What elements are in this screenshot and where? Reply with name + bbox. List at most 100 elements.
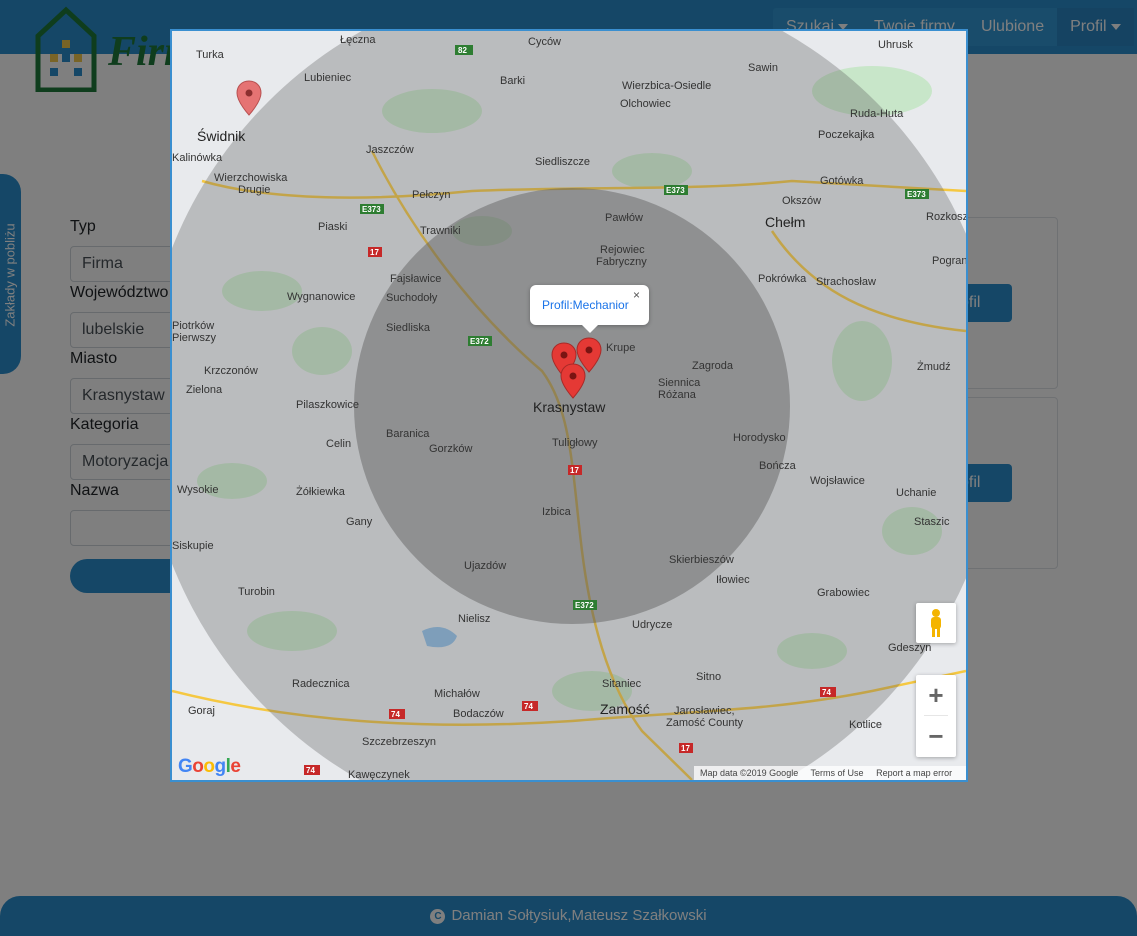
svg-text:Olchowiec: Olchowiec <box>620 98 671 110</box>
info-window-link[interactable]: Profil:Mechanior <box>542 298 629 312</box>
svg-text:Gorzków: Gorzków <box>429 443 472 455</box>
svg-text:Piotrków: Piotrków <box>172 320 214 332</box>
svg-text:74: 74 <box>524 702 533 711</box>
svg-text:Baranica: Baranica <box>386 428 430 440</box>
svg-text:Grabowiec: Grabowiec <box>817 587 870 599</box>
svg-text:17: 17 <box>681 744 690 753</box>
svg-text:Pawłów: Pawłów <box>605 212 643 224</box>
svg-text:Fabryczny: Fabryczny <box>596 256 647 268</box>
pegman-icon <box>931 609 941 637</box>
svg-text:Pełczyn: Pełczyn <box>412 189 451 201</box>
svg-text:74: 74 <box>391 710 400 719</box>
map-data-credit: Map data ©2019 Google <box>700 768 799 778</box>
svg-text:E372: E372 <box>470 337 489 346</box>
close-icon[interactable]: × <box>633 288 640 302</box>
svg-text:Siedliska: Siedliska <box>386 322 431 334</box>
svg-text:Bodaczów: Bodaczów <box>453 708 504 720</box>
svg-text:Piaski: Piaski <box>318 221 347 233</box>
svg-text:Ruda-Huta: Ruda-Huta <box>850 108 904 120</box>
svg-text:Suchodoły: Suchodoły <box>386 292 438 304</box>
svg-text:Turka: Turka <box>196 49 225 61</box>
svg-text:Krupe: Krupe <box>606 342 635 354</box>
svg-text:Siedliszcze: Siedliszcze <box>535 156 590 168</box>
svg-text:Strachosław: Strachosław <box>816 276 876 288</box>
svg-text:Chełm: Chełm <box>765 214 805 230</box>
svg-text:Rejowiec: Rejowiec <box>600 244 645 256</box>
svg-text:Wygnanowice: Wygnanowice <box>287 291 355 303</box>
svg-text:Lubieniec: Lubieniec <box>304 72 352 84</box>
svg-text:Poczekajka: Poczekajka <box>818 129 875 141</box>
svg-text:Pokrówka: Pokrówka <box>758 273 807 285</box>
svg-text:Siskupie: Siskupie <box>172 540 214 552</box>
svg-text:Różana: Różana <box>658 389 697 401</box>
svg-text:Kawęczynek: Kawęczynek <box>348 769 410 780</box>
zoom-out-button[interactable]: − <box>916 716 956 756</box>
svg-text:Wojsławice: Wojsławice <box>810 475 865 487</box>
svg-text:17: 17 <box>370 248 379 257</box>
svg-text:E373: E373 <box>666 186 685 195</box>
svg-text:Uchanie: Uchanie <box>896 487 936 499</box>
report-error-link[interactable]: Report a map error <box>876 768 952 778</box>
svg-text:Sitno: Sitno <box>696 671 721 683</box>
svg-text:17: 17 <box>570 466 579 475</box>
svg-text:Izbica: Izbica <box>542 506 572 518</box>
svg-text:Drugie: Drugie <box>238 184 270 196</box>
svg-text:Wierzbica-Osiedle: Wierzbica-Osiedle <box>622 80 711 92</box>
svg-text:Gotówka: Gotówka <box>820 175 864 187</box>
svg-text:Horodysko: Horodysko <box>733 432 786 444</box>
map-attribution: Map data ©2019 Google Terms of Use Repor… <box>694 766 966 780</box>
svg-text:Świdnik: Świdnik <box>197 127 246 144</box>
svg-text:Pilaszkowice: Pilaszkowice <box>296 399 359 411</box>
svg-text:E373: E373 <box>362 205 381 214</box>
svg-text:82: 82 <box>458 46 467 55</box>
svg-text:Ujazdów: Ujazdów <box>464 560 506 572</box>
street-view-pegman[interactable] <box>916 603 956 643</box>
svg-text:Cyców: Cyców <box>528 36 561 48</box>
svg-text:Celin: Celin <box>326 438 351 450</box>
svg-text:Iłowiec: Iłowiec <box>716 574 750 586</box>
svg-text:Bończa: Bończa <box>759 460 797 472</box>
svg-text:Zielona: Zielona <box>186 384 223 396</box>
svg-text:Żółkiewka: Żółkiewka <box>296 485 346 498</box>
svg-text:E372: E372 <box>575 601 594 610</box>
svg-text:Tuligłowy: Tuligłowy <box>552 437 598 449</box>
svg-text:Krzczonów: Krzczonów <box>204 365 258 377</box>
svg-text:Zagroda: Zagroda <box>692 360 734 372</box>
map-modal[interactable]: 82 E373 E373 E373 17 E372 17 E372 74 74 … <box>170 29 968 782</box>
svg-text:Jaszczów: Jaszczów <box>366 144 414 156</box>
svg-text:Łęczna: Łęczna <box>340 34 376 46</box>
svg-text:Pierwszy: Pierwszy <box>172 332 217 344</box>
svg-text:Krasnystaw: Krasnystaw <box>533 399 606 415</box>
svg-text:Uhrusk: Uhrusk <box>878 39 913 51</box>
svg-text:Pogranicze: Pogranicze <box>932 255 966 267</box>
svg-text:Radecznica: Radecznica <box>292 678 350 690</box>
svg-text:Wysokie: Wysokie <box>177 484 218 496</box>
marker-info-window: Profil:Mechanior × <box>530 285 649 333</box>
svg-text:Fajsławice: Fajsławice <box>390 273 441 285</box>
svg-text:Udrycze: Udrycze <box>632 619 672 631</box>
svg-text:Sawin: Sawin <box>748 62 778 74</box>
svg-text:Turobin: Turobin <box>238 586 275 598</box>
svg-text:Gdeszyn: Gdeszyn <box>888 642 931 654</box>
svg-text:Zamość County: Zamość County <box>666 717 744 729</box>
svg-text:Kotlice: Kotlice <box>849 719 882 731</box>
svg-text:Kalinówka: Kalinówka <box>172 152 223 164</box>
terms-of-use-link[interactable]: Terms of Use <box>811 768 864 778</box>
svg-text:Okszów: Okszów <box>782 195 821 207</box>
svg-text:Staszic: Staszic <box>914 516 950 528</box>
svg-text:Gany: Gany <box>346 516 373 528</box>
google-logo[interactable]: Google <box>178 756 241 778</box>
svg-text:Zamość: Zamość <box>600 701 650 717</box>
svg-text:Skierbieszów: Skierbieszów <box>669 554 734 566</box>
map-canvas[interactable]: 82 E373 E373 E373 17 E372 17 E372 74 74 … <box>172 31 966 780</box>
svg-text:Barki: Barki <box>500 75 525 87</box>
zoom-in-button[interactable]: + <box>916 675 956 715</box>
svg-text:Wierzchowiska: Wierzchowiska <box>214 172 288 184</box>
svg-text:E373: E373 <box>907 190 926 199</box>
svg-text:Michałów: Michałów <box>434 688 480 700</box>
svg-text:Żmudź: Żmudź <box>917 360 951 373</box>
svg-text:Rozkosz: Rozkosz <box>926 211 966 223</box>
svg-text:Jarosławiec,: Jarosławiec, <box>674 705 735 717</box>
svg-text:Siennica: Siennica <box>658 377 701 389</box>
svg-text:74: 74 <box>306 766 315 775</box>
